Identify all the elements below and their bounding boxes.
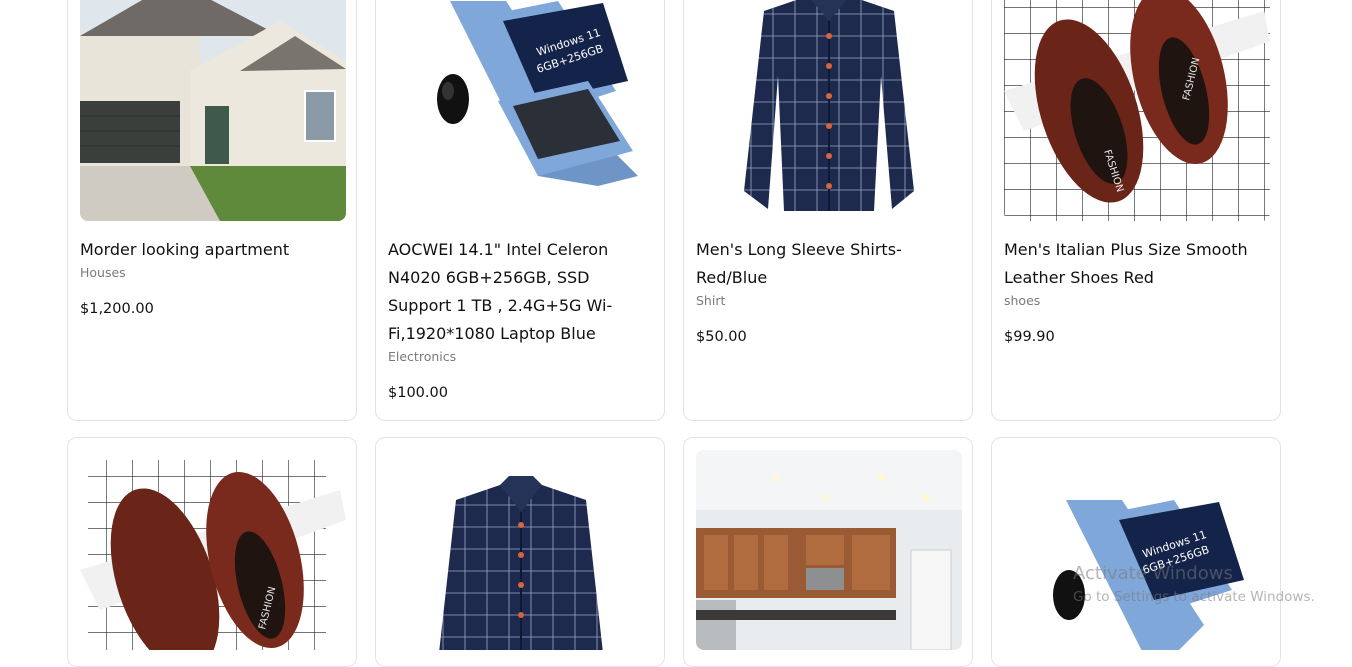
product-title[interactable]: AOCWEI 14.1" Intel Celeron N4020 6GB+256… xyxy=(388,236,652,348)
laptop-image[interactable]: Windows 11 6GB+256GB xyxy=(388,0,654,221)
product-category: shoes xyxy=(1004,293,1041,308)
product-price: $1,200.00 xyxy=(80,301,154,317)
product-card[interactable] xyxy=(683,437,973,667)
shirt-image[interactable] xyxy=(388,450,654,650)
product-card[interactable]: Windows 11 6GB+256GB xyxy=(991,437,1281,667)
product-price: $99.90 xyxy=(1004,329,1055,345)
product-title[interactable]: Men's Italian Plus Size Smooth Leather S… xyxy=(1004,236,1268,292)
product-card[interactable] xyxy=(375,437,665,667)
house-image[interactable] xyxy=(80,0,346,221)
product-title[interactable]: Men's Long Sleeve Shirts-Red/Blue xyxy=(696,236,960,292)
laptop-image[interactable]: Windows 11 6GB+256GB xyxy=(1004,450,1270,650)
product-grid: Morder looking apartment Houses $1,200.0… xyxy=(0,0,1352,667)
product-card[interactable]: Morder looking apartment Houses $1,200.0… xyxy=(67,0,357,421)
product-price: $50.00 xyxy=(696,329,747,345)
kitchen-image[interactable] xyxy=(696,450,962,650)
product-card[interactable]: Windows 11 6GB+256GB AOCWEI 14.1" Intel … xyxy=(375,0,665,421)
product-title[interactable]: Morder looking apartment xyxy=(80,236,344,264)
product-card[interactable]: FASHION FASHION Men's Italian Plus Size … xyxy=(991,0,1281,421)
shoes-image[interactable]: FASHION FASHION xyxy=(1004,0,1270,221)
product-card[interactable]: Men's Long Sleeve Shirts-Red/Blue Shirt … xyxy=(683,0,973,421)
product-card[interactable]: FASHION xyxy=(67,437,357,667)
product-category: Electronics xyxy=(388,349,457,364)
product-price: $100.00 xyxy=(388,385,448,401)
shoes-image[interactable]: FASHION xyxy=(80,450,346,650)
product-category: Houses xyxy=(80,265,126,280)
product-category: Shirt xyxy=(696,293,726,308)
shirt-image[interactable] xyxy=(696,0,962,221)
